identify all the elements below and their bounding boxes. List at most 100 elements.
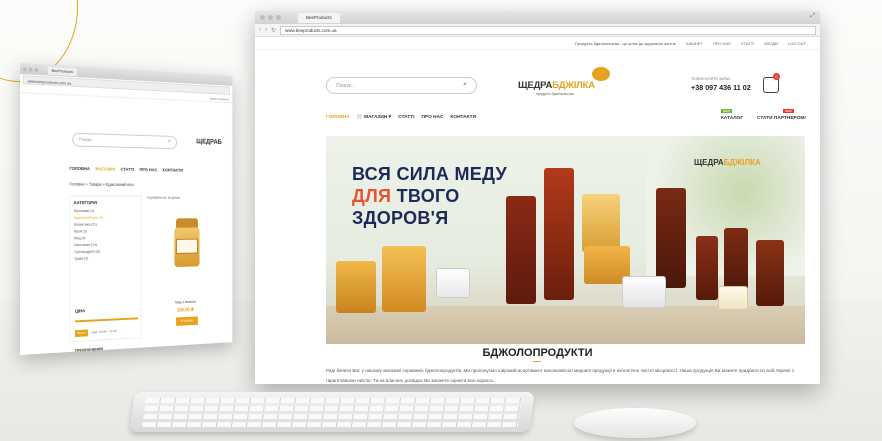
catalog-link[interactable]: КАТАЛОГ	[721, 116, 743, 121]
category-item[interactable]: Трави (4)	[74, 255, 137, 263]
keyboard-row	[144, 406, 521, 411]
section-title: БДЖОЛОПРОДУКТИ	[482, 347, 593, 359]
cart-count-badge: 0	[773, 73, 780, 80]
search-input[interactable]: Пошук... ⌕	[326, 77, 477, 94]
back-logo[interactable]: ЩЕДРАБ	[196, 139, 221, 146]
logo-text: ЩЕДРАБДЖІЛКА	[518, 80, 595, 91]
logo-main: ЩЕДРА	[518, 80, 553, 91]
syrup-bottle-product	[544, 168, 574, 300]
banner-line-3: ЗДОРОВ'Я	[352, 208, 449, 228]
main-browser-window: BeeProducts ⤢ ‹ › ↻ www.beeproducts.com.…	[255, 11, 820, 384]
phone-label: ТЕЛЕФОНУЙТЕ ЗАРАЗ	[691, 77, 731, 81]
maximize-button[interactable]	[276, 15, 281, 20]
close-button[interactable]	[22, 66, 27, 71]
tincture-bottle-product	[656, 188, 686, 288]
back-tab[interactable]: BeeProducts	[47, 66, 77, 76]
search-placeholder: Пошук...	[336, 83, 356, 89]
partners-link[interactable]: СТАТИ ПАРТНЕРОМ!	[757, 116, 806, 121]
banner-headline: ВСЯ СИЛА МЕДУ ДЛЯ ТВОГО ЗДОРОВ'Я	[352, 163, 507, 229]
banner-line-2b: ТВОГО	[396, 186, 460, 206]
cream-jar-product	[718, 286, 748, 310]
right-menu: NEW NEW КАТАЛОГ СТАТИ ПАРТНЕРОМ!	[721, 109, 816, 125]
back-nav-about[interactable]: ПРО НАС	[139, 167, 157, 172]
filter-button[interactable]: Фільтр	[74, 329, 88, 338]
top-link[interactable]: LOG OUT	[788, 41, 806, 46]
menu-about[interactable]: ПРО НАС	[421, 115, 443, 120]
back-nav-shop[interactable]: МАГАЗИН	[95, 166, 115, 171]
banner-line-2a: ДЛЯ	[352, 186, 397, 206]
top-link[interactable]: КАБІНЕТ	[686, 41, 703, 46]
banner-logo-main: ЩЕДРА	[694, 158, 724, 167]
back-search-input[interactable]: Пошук... ⌕	[72, 132, 177, 150]
fullscreen-icon[interactable]: ⤢	[810, 13, 815, 20]
section-divider	[533, 361, 541, 362]
menu-contacts[interactable]: КОНТАКТИ	[450, 115, 476, 120]
product-image[interactable]	[155, 210, 215, 296]
banner-logo: ЩЕДРАБДЖІЛКА	[694, 158, 761, 167]
banner-line-1: ВСЯ СИЛА МЕДУ	[352, 164, 507, 184]
keyboard-row	[145, 398, 522, 403]
new-badge: NEW	[783, 109, 794, 113]
back-browser-window: BeeProducts www.beeproducts.com.ua Бджол…	[20, 63, 233, 355]
url-field[interactable]: www.beeproducts.com.ua	[280, 25, 816, 35]
back-nav: ГОЛОВНА МАГАЗИН СТАТТІ ПРО НАС КОНТАКТИ	[69, 166, 183, 173]
logo-accent: БДЖІЛКА	[552, 80, 595, 91]
top-link[interactable]: ПРО НАС	[713, 41, 731, 46]
phone-number[interactable]: +38 097 436 11 02	[691, 83, 751, 92]
keyboard	[129, 392, 535, 432]
logo-subtitle: продукти бджільництва	[536, 92, 574, 96]
honey-jar-product	[382, 246, 426, 312]
reload-icon[interactable]: ↻	[271, 27, 276, 34]
back-page: Бджолопродукти Пошук... ⌕ ЩЕДРАБ ГОЛОВНА …	[20, 85, 233, 355]
top-link[interactable]: ВХОДИ	[764, 41, 778, 46]
keyboard-row	[141, 422, 519, 427]
browser-tab[interactable]: BeeProducts	[298, 12, 340, 23]
site-logo[interactable]: ЩЕДРАБДЖІЛКА продукти бджільництва	[518, 67, 613, 103]
maximize-button[interactable]	[34, 67, 39, 72]
menu-shop[interactable]: 🛒 МАГАЗИН ▾	[357, 115, 391, 120]
tincture-bottle-product	[506, 196, 536, 304]
search-icon[interactable]: ⌕	[463, 81, 467, 89]
back-nav-articles[interactable]: СТАТТІ	[121, 167, 135, 172]
close-button[interactable]	[260, 15, 265, 20]
top-link[interactable]: СТАТТІ	[741, 41, 754, 46]
banner-logo-accent: БДЖІЛКА	[723, 158, 761, 167]
bee-icon	[592, 67, 610, 81]
menu-home[interactable]: ГОЛОВНА	[326, 115, 350, 120]
product-name[interactable]: Мед з пилком	[156, 299, 215, 305]
white-jar-product	[622, 276, 666, 308]
jar-label	[176, 238, 198, 254]
breadcrumb[interactable]: Головна » Товари » Бджолиний віск	[69, 182, 133, 188]
cream-jar-product	[436, 268, 470, 298]
title-bar: BeeProducts ⤢	[255, 11, 820, 24]
price-filter-title: ЦІНА	[74, 308, 86, 314]
menu-articles[interactable]: СТАТТІ	[398, 115, 414, 120]
minimize-button[interactable]	[28, 67, 33, 72]
hero-banner[interactable]: ВСЯ СИЛА МЕДУ ДЛЯ ТВОГО ЗДОРОВ'Я ЩЕДРАБД…	[326, 136, 805, 344]
sort-select[interactable]: Сортувати за: за ціною	[147, 196, 180, 200]
top-bar: Продукти бджільництва - це шлях до здоро…	[255, 37, 820, 50]
keyboard-row	[143, 414, 520, 419]
back-search-placeholder: Пошук...	[78, 136, 95, 143]
banner-line-2: ДЛЯ ТВОГО	[352, 185, 507, 207]
back-nav-contacts[interactable]: КОНТАКТИ	[162, 168, 182, 173]
menu-shop-label: МАГАЗИН	[364, 115, 388, 120]
section-text: Раді бачити Вас у нашому магазині справж…	[326, 368, 794, 383]
new-badge: NEW	[721, 109, 732, 113]
add-to-cart-button[interactable]: В кошик	[176, 316, 198, 326]
tincture-bottle-product	[756, 240, 784, 306]
mouse	[574, 408, 696, 438]
back-arrow-icon[interactable]: ‹	[259, 27, 261, 33]
address-bar: ‹ › ↻ www.beeproducts.com.ua	[255, 24, 820, 37]
main-menu: ГОЛОВНА 🛒 МАГАЗИН ▾ СТАТТІ ПРО НАС КОНТА…	[326, 115, 476, 120]
back-nav-home[interactable]: ГОЛОВНА	[69, 166, 90, 171]
search-icon[interactable]: ⌕	[168, 139, 171, 146]
product-price: 100.00 ₴	[176, 307, 194, 314]
top-promo: Продукти бджільництва - це шлях до здоро…	[575, 40, 677, 46]
category-title: КАТЕГОРІЯ	[74, 200, 98, 206]
forward-arrow-icon[interactable]: ›	[265, 27, 267, 33]
honey-jar-product	[582, 194, 620, 252]
minimize-button[interactable]	[268, 15, 273, 20]
tincture-bottle-product	[696, 236, 718, 300]
honey-jar-product	[336, 261, 376, 313]
